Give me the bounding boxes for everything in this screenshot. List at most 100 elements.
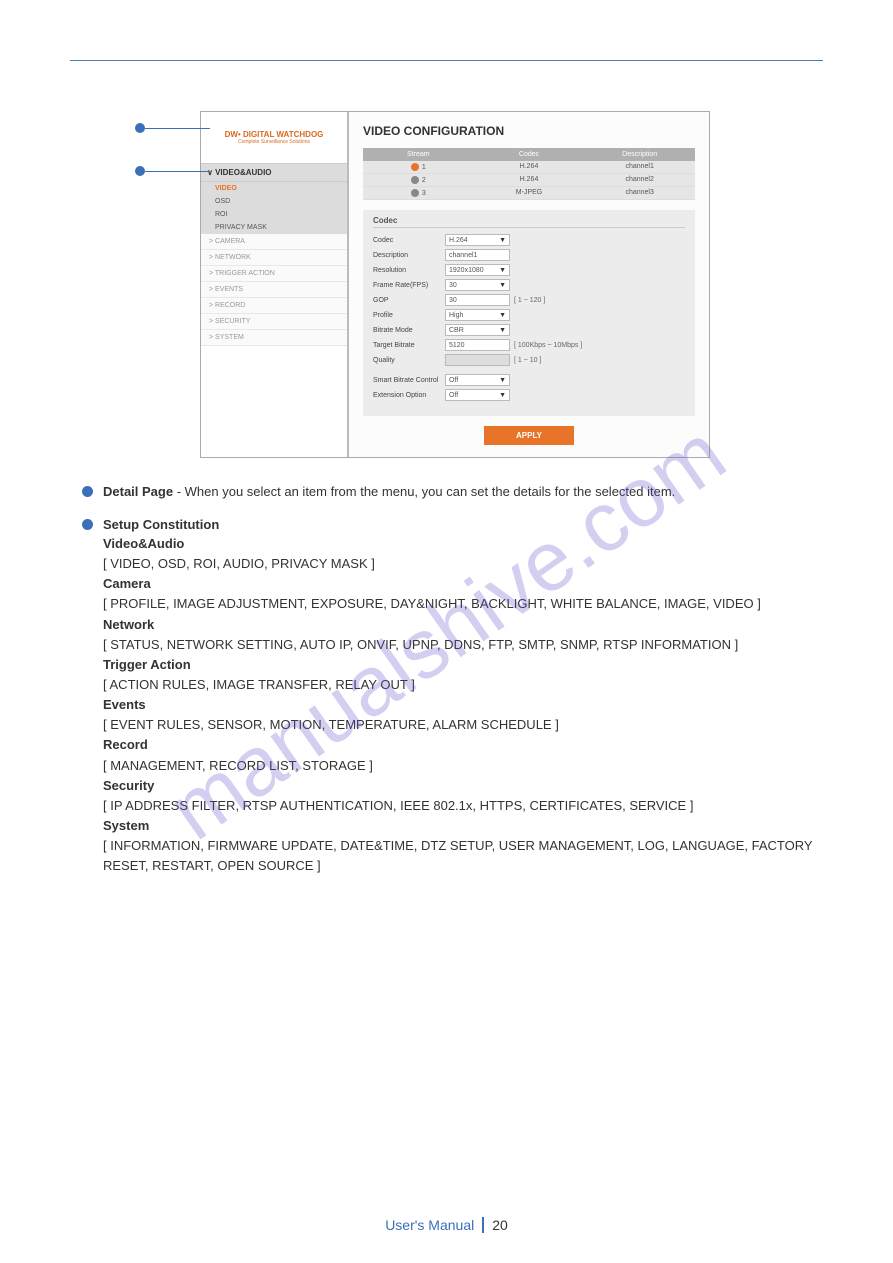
desc-line: Camera xyxy=(103,574,823,594)
menu-events[interactable]: > EVENTS xyxy=(201,282,347,298)
page-footer: User's Manual 20 xyxy=(0,1217,893,1233)
radio-icon[interactable] xyxy=(411,189,419,197)
field-dropdown[interactable]: Off▼ xyxy=(445,374,510,386)
logo-subtext: Complete Surveillance Solutions xyxy=(238,139,310,145)
field-label: Description xyxy=(373,252,445,259)
field-dropdown[interactable]: H.264▼ xyxy=(445,234,510,246)
field-res: Resolution1920x1080▼ xyxy=(373,264,685,276)
table-row[interactable]: 2 H.264 channel2 xyxy=(363,174,695,187)
sidebar: DW• DIGITAL WATCHDOG Complete Surveillan… xyxy=(201,112,349,457)
field-smart: Smart Bitrate ControlOff▼ xyxy=(373,374,685,386)
desc-line: [ EVENT RULES, SENSOR, MOTION, TEMPERATU… xyxy=(103,715,823,735)
chevron-down-icon: ▼ xyxy=(499,282,506,289)
menu-trigger[interactable]: > TRIGGER ACTION xyxy=(201,266,347,282)
field-label: Resolution xyxy=(373,267,445,274)
field-gop: GOP30 [ 1 ~ 120 ] xyxy=(373,294,685,306)
field-fps: Frame Rate(FPS)30▼ xyxy=(373,279,685,291)
field-quality: Quality [ 1 ~ 10 ] xyxy=(373,354,685,366)
chevron-down-icon: ▼ xyxy=(499,237,506,244)
field-hint: [ 1 ~ 120 ] xyxy=(514,297,545,304)
field-label: Quality xyxy=(373,357,445,364)
chevron-down-icon: ▼ xyxy=(499,392,506,399)
th-desc: Description xyxy=(584,151,695,158)
field-label: Target Bitrate xyxy=(373,342,445,349)
submenu-osd[interactable]: OSD xyxy=(201,195,347,208)
callout-dot-1 xyxy=(135,123,145,133)
field-dropdown[interactable]: Off▼ xyxy=(445,389,510,401)
desc-line: [ IP ADDRESS FILTER, RTSP AUTHENTICATION… xyxy=(103,796,823,816)
chevron-down-icon: ▼ xyxy=(499,377,506,384)
field-label: GOP xyxy=(373,297,445,304)
field-desc: Descriptionchannel1 xyxy=(373,249,685,261)
logo-text: DW• DIGITAL WATCHDOG xyxy=(225,130,324,139)
field-label: Smart Bitrate Control xyxy=(373,377,445,384)
callout-line-2 xyxy=(145,171,210,172)
table-row[interactable]: 3 M-JPEG channel3 xyxy=(363,187,695,200)
submenu-privacy[interactable]: PRIVACY MASK xyxy=(201,221,347,234)
field-dropdown[interactable]: CBR▼ xyxy=(445,324,510,336)
field-label: Extension Option xyxy=(373,392,445,399)
field-ext: Extension OptionOff▼ xyxy=(373,389,685,401)
field-label: Codec xyxy=(373,237,445,244)
desc-line: [ INFORMATION, FIRMWARE UPDATE, DATE&TIM… xyxy=(103,836,823,876)
field-label: Bitrate Mode xyxy=(373,327,445,334)
menu-network[interactable]: > NETWORK xyxy=(201,250,347,266)
apply-button[interactable]: APPLY xyxy=(484,426,574,445)
submenu-video[interactable]: VIDEO xyxy=(201,182,347,195)
desc-line: [ STATUS, NETWORK SETTING, AUTO IP, ONVI… xyxy=(103,635,823,655)
table-header: Stream Codec Description xyxy=(363,148,695,161)
desc-setup-const: Setup Constitution Video&Audio[ VIDEO, O… xyxy=(82,517,823,876)
bullet-icon xyxy=(82,519,93,530)
footer-left: User's Manual xyxy=(385,1217,474,1233)
footer-page-num: 20 xyxy=(482,1217,508,1233)
bullet-icon xyxy=(82,486,93,497)
chevron-down-icon: ▼ xyxy=(499,267,506,274)
desc-line: Security xyxy=(103,776,823,796)
field-dropdown[interactable]: 30▼ xyxy=(445,279,510,291)
codec-settings: Codec CodecH.264▼Descriptionchannel1Reso… xyxy=(363,210,695,416)
th-codec: Codec xyxy=(474,151,585,158)
field-hint: [ 100Kbps ~ 10Mbps ] xyxy=(514,342,582,349)
callout-dot-2 xyxy=(135,166,145,176)
radio-icon[interactable] xyxy=(411,163,419,171)
desc-line: Record xyxy=(103,735,823,755)
desc-line: System xyxy=(103,816,823,836)
menu-record[interactable]: > RECORD xyxy=(201,298,347,314)
panel-title: VIDEO CONFIGURATION xyxy=(363,124,695,138)
field-input[interactable]: channel1 xyxy=(445,249,510,261)
th-stream: Stream xyxy=(363,151,474,158)
radio-icon[interactable] xyxy=(411,176,419,184)
desc-line: [ PROFILE, IMAGE ADJUSTMENT, EXPOSURE, D… xyxy=(103,594,823,614)
menu-system[interactable]: > SYSTEM xyxy=(201,330,347,346)
field-dropdown[interactable]: 1920x1080▼ xyxy=(445,264,510,276)
desc-line: Network xyxy=(103,615,823,635)
field-input[interactable]: 30 xyxy=(445,294,510,306)
field-label: Profile xyxy=(373,312,445,319)
chevron-down-icon: ▼ xyxy=(499,312,506,319)
menu-camera[interactable]: > CAMERA xyxy=(201,234,347,250)
field-input[interactable]: 5120 xyxy=(445,339,510,351)
menu-security[interactable]: > SECURITY xyxy=(201,314,347,330)
desc-line: [ MANAGEMENT, RECORD LIST, STORAGE ] xyxy=(103,756,823,776)
desc-line: [ ACTION RULES, IMAGE TRANSFER, RELAY OU… xyxy=(103,675,823,695)
menu-video-audio[interactable]: ∨ VIDEO&AUDIO xyxy=(201,164,347,182)
submenu: VIDEO OSD ROI PRIVACY MASK xyxy=(201,182,347,234)
chevron-down-icon: ▼ xyxy=(499,327,506,334)
logo: DW• DIGITAL WATCHDOG Complete Surveillan… xyxy=(201,112,347,164)
desc-line: Video&Audio xyxy=(103,534,823,554)
field-dropdown[interactable]: High▼ xyxy=(445,309,510,321)
desc-line: Trigger Action xyxy=(103,655,823,675)
table-row[interactable]: 1 H.264 channel1 xyxy=(363,161,695,174)
field-label: Frame Rate(FPS) xyxy=(373,282,445,289)
config-screenshot: DW• DIGITAL WATCHDOG Complete Surveillan… xyxy=(200,111,710,458)
submenu-roi[interactable]: ROI xyxy=(201,208,347,221)
desc-line: Events xyxy=(103,695,823,715)
field-hint: [ 1 ~ 10 ] xyxy=(514,357,541,364)
field-input[interactable] xyxy=(445,354,510,366)
callout-line-1 xyxy=(145,128,210,129)
field-target: Target Bitrate5120 [ 100Kbps ~ 10Mbps ] xyxy=(373,339,685,351)
header-rule xyxy=(70,60,823,61)
field-codec: CodecH.264▼ xyxy=(373,234,685,246)
desc-line: [ VIDEO, OSD, ROI, AUDIO, PRIVACY MASK ] xyxy=(103,554,823,574)
field-bitrate: Bitrate ModeCBR▼ xyxy=(373,324,685,336)
